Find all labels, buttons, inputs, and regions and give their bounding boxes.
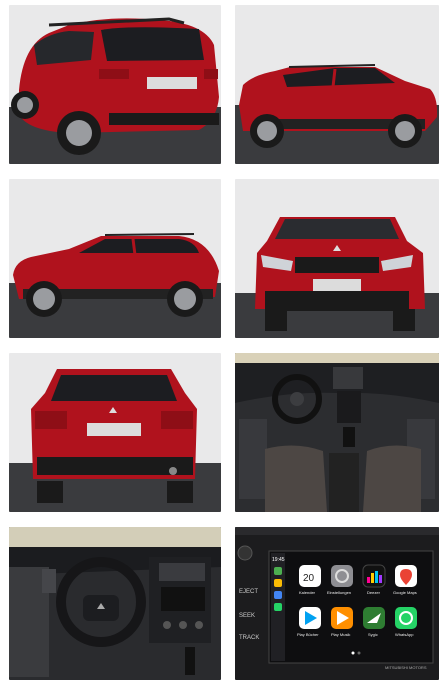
photo-steering-wheel[interactable] <box>9 527 221 680</box>
infotainment-image: EJECT SEEK TRACK 19:45 20 Kalender Einst… <box>235 527 439 680</box>
photo-side-right[interactable] <box>235 5 439 164</box>
app-label-play-musik[interactable]: Play Musik <box>331 632 350 637</box>
photo-rear[interactable] <box>9 353 221 512</box>
seek-label[interactable]: SEEK <box>239 613 255 619</box>
steering-wheel-image <box>9 527 221 680</box>
app-label-deezer[interactable]: Deezer <box>367 590 381 595</box>
photo-rear-three-quarter[interactable] <box>9 5 221 164</box>
app-label-einstellungen[interactable]: Einstellungen <box>327 590 351 595</box>
calendar-day-text: 20 <box>303 573 315 584</box>
car-rear-three-quarter-image <box>9 5 221 164</box>
track-label[interactable]: TRACK <box>239 635 259 641</box>
interior-dashboard-image <box>235 353 439 512</box>
app-label-whatsapp[interactable]: WhatsApp <box>395 632 414 637</box>
clock-text: 19:45 <box>272 557 285 563</box>
photo-interior-dashboard[interactable] <box>235 353 439 512</box>
app-label-sygic[interactable]: Sygic <box>368 632 378 637</box>
app-label-kalender[interactable]: Kalender <box>299 590 316 595</box>
photo-infotainment[interactable]: EJECT SEEK TRACK 19:45 20 Kalender Einst… <box>235 527 439 680</box>
eject-label[interactable]: EJECT <box>239 589 258 595</box>
car-side-left-image <box>9 179 221 338</box>
photo-side-left[interactable] <box>9 179 221 338</box>
brand-label: MITSUBISHI MOTORS <box>385 665 427 670</box>
car-rear-image <box>9 353 221 512</box>
car-front-image <box>235 179 439 338</box>
photo-front[interactable] <box>235 179 439 338</box>
car-side-right-image <box>235 5 439 164</box>
app-label-google-maps[interactable]: Google Maps <box>393 590 417 595</box>
app-label-play-buecher[interactable]: Play Bücher <box>297 632 319 637</box>
